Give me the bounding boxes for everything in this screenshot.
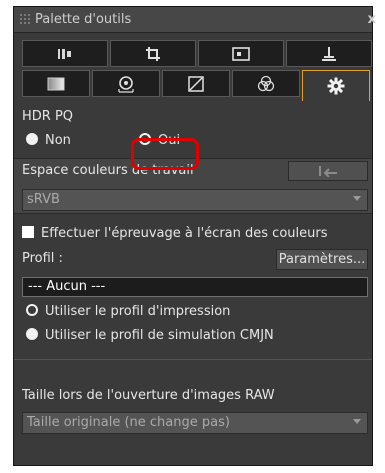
grip-icon[interactable] bbox=[19, 13, 31, 27]
tab-settings[interactable] bbox=[302, 70, 370, 101]
tool-tabs-row-2 bbox=[22, 70, 372, 101]
radio-filled-icon[interactable] bbox=[26, 133, 38, 145]
apply-arrow-icon bbox=[319, 166, 337, 177]
tab-tone-curve[interactable] bbox=[22, 40, 108, 67]
radio-selected-icon[interactable] bbox=[26, 304, 38, 316]
settings-gear-icon bbox=[327, 77, 345, 95]
close-icon[interactable]: x bbox=[368, 12, 376, 27]
image-frame-icon bbox=[232, 46, 250, 61]
palette-title: Palette d'outils bbox=[35, 12, 132, 27]
option-print-profile[interactable]: Utiliser le profil d'impression bbox=[26, 304, 230, 319]
crop-icon bbox=[146, 46, 160, 61]
oui-highlight-annotation bbox=[131, 138, 199, 170]
tab-stamp[interactable] bbox=[286, 40, 372, 67]
chevron-down-icon bbox=[353, 196, 361, 201]
proofing-checkbox-label: Effectuer l'épreuvage à l'écran des coul… bbox=[41, 226, 328, 241]
tab-color-balance[interactable] bbox=[232, 70, 300, 97]
tool-tabs-row-1 bbox=[22, 40, 372, 67]
tab-crop[interactable] bbox=[110, 40, 196, 67]
workspace-select[interactable]: sRVB bbox=[22, 189, 368, 211]
profile-label: Profil : bbox=[22, 251, 63, 266]
stamp-icon bbox=[322, 46, 336, 61]
raw-size-select-value: Taille originale (ne change pas) bbox=[27, 415, 230, 430]
raw-size-select[interactable]: Taille originale (ne change pas) bbox=[22, 412, 368, 434]
radio-filled-icon[interactable] bbox=[26, 328, 38, 340]
proofing-checkbox[interactable]: Effectuer l'épreuvage à l'écran des coul… bbox=[22, 226, 327, 241]
tool-palette: Palette d'outils x HDR PQ Non Oui Espace… bbox=[13, 6, 376, 466]
settings-button[interactable]: Paramètres... bbox=[276, 249, 368, 270]
tab-picture-style[interactable] bbox=[22, 70, 90, 97]
hdr-heading: HDR PQ bbox=[22, 109, 74, 124]
tone-curve-bars-icon bbox=[58, 48, 71, 59]
tab-image-frame[interactable] bbox=[198, 40, 284, 67]
hdr-option-non[interactable]: Non bbox=[26, 133, 71, 148]
apply-workspace-button[interactable] bbox=[288, 161, 368, 181]
checkbox-icon[interactable] bbox=[22, 226, 34, 238]
picture-style-icon bbox=[47, 77, 65, 90]
lens-aberration-icon bbox=[118, 75, 134, 93]
color-balance-icon bbox=[257, 75, 275, 91]
profile-value-box[interactable]: --- Aucun --- bbox=[22, 277, 368, 297]
section-divider bbox=[14, 359, 372, 360]
tab-tone-adjust[interactable] bbox=[162, 70, 230, 97]
workspace-select-value: sRVB bbox=[27, 192, 60, 207]
chevron-down-icon bbox=[353, 419, 361, 424]
option-cmyk-profile-label: Utiliser le profil de simulation CMJN bbox=[45, 328, 274, 343]
option-cmyk-profile[interactable]: Utiliser le profil de simulation CMJN bbox=[26, 328, 274, 343]
raw-size-label: Taille lors de l'ouverture d'images RAW bbox=[22, 388, 275, 403]
title-bar[interactable]: Palette d'outils x bbox=[14, 7, 376, 33]
option-print-profile-label: Utiliser le profil d'impression bbox=[45, 304, 231, 319]
tab-lens-aberration[interactable] bbox=[92, 70, 160, 97]
hdr-option-non-label: Non bbox=[45, 133, 71, 148]
tone-adjust-icon bbox=[188, 75, 204, 92]
